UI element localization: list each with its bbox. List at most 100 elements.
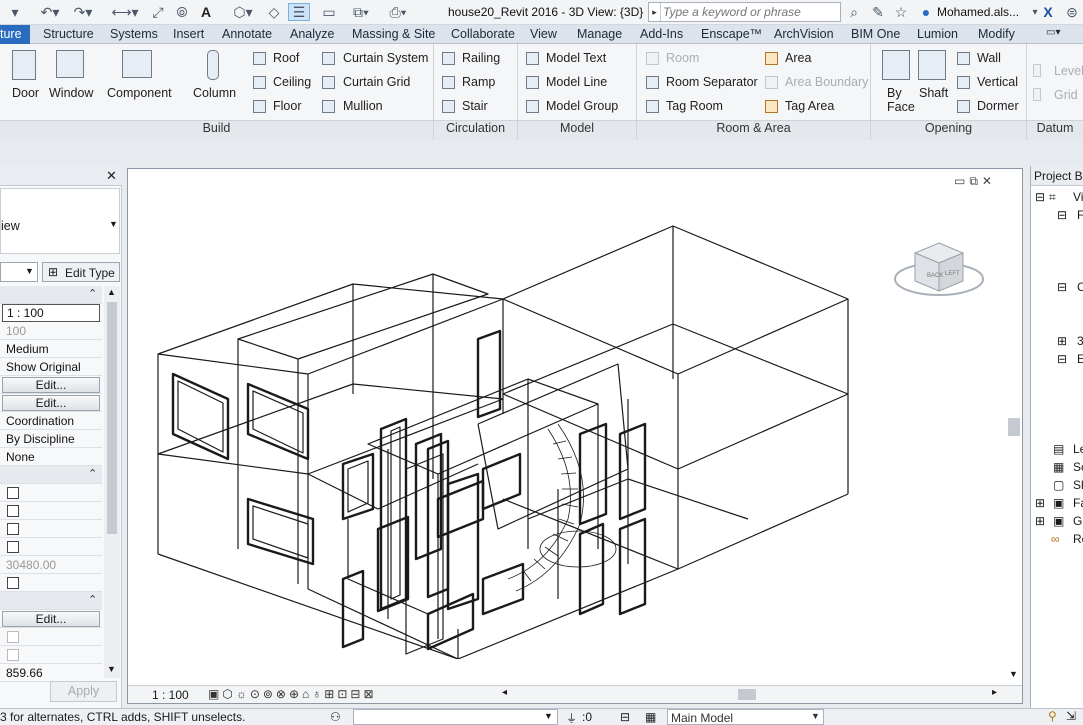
expand-icon[interactable]: ⊞ — [1057, 334, 1067, 348]
property-edit-button[interactable]: Edit... — [2, 611, 100, 627]
by-face-icon[interactable] — [882, 50, 910, 80]
browser-item-schedules[interactable]: Sc — [1073, 460, 1083, 474]
tab-manage[interactable]: Manage — [577, 27, 622, 41]
property-checkbox[interactable] — [7, 505, 19, 517]
property-checkbox[interactable] — [7, 523, 19, 535]
scroll-down-icon[interactable]: ▼ — [1009, 669, 1018, 679]
property-row[interactable]: Edit... — [0, 394, 102, 412]
undo-icon[interactable]: ↶▾ — [36, 3, 64, 21]
ceiling-icon[interactable] — [253, 76, 266, 89]
column-button[interactable]: Column — [193, 86, 236, 100]
subscription-icon[interactable]: ✎ — [869, 3, 887, 21]
component-button[interactable]: Component — [107, 86, 172, 100]
scroll-left-icon[interactable]: ◂ — [502, 687, 507, 698]
customize-qat-icon[interactable]: ⎙▾ — [380, 3, 416, 21]
browser-item-families[interactable]: Fa — [1073, 496, 1083, 510]
browser-item-revit-links[interactable]: Re — [1073, 532, 1083, 546]
view-vertical-scrollbar[interactable]: ▼ — [1006, 169, 1022, 685]
tab-add-ins[interactable]: Add-Ins — [640, 27, 683, 41]
property-row[interactable]: Coordination — [0, 412, 102, 430]
property-row[interactable] — [0, 646, 102, 664]
stair-icon[interactable] — [442, 100, 455, 113]
view-window-controls[interactable]: ▭⧉✕ — [954, 174, 996, 189]
tab-bim-one[interactable]: BIM One — [851, 27, 900, 41]
property-value[interactable]: By Discipline — [6, 432, 75, 446]
room-separator-icon[interactable] — [646, 76, 659, 89]
text-icon[interactable]: A — [196, 3, 216, 21]
type-selector[interactable]: iew ▼ — [0, 188, 120, 254]
scroll-right-icon[interactable]: ▸ — [992, 687, 997, 698]
view-control-icons[interactable]: ▣⬡☼⊙⊚⊗⊕⌂♁⊞⊡⊟⊠ — [208, 687, 377, 701]
property-row[interactable]: By Discipline — [0, 430, 102, 448]
vertical-opening-button[interactable]: Vertical — [977, 75, 1018, 89]
design-options-icon[interactable]: ⊟ — [620, 710, 630, 724]
property-checkbox[interactable] — [7, 577, 19, 589]
property-row[interactable] — [0, 538, 102, 556]
collapse-icon[interactable]: ⊟ — [1035, 190, 1045, 204]
3d-model-wireframe[interactable] — [148, 219, 888, 659]
property-value[interactable]: None — [6, 450, 35, 464]
railing-icon[interactable] — [442, 52, 455, 65]
scrollbar-thumb[interactable] — [738, 689, 756, 700]
property-row[interactable]: None — [0, 448, 102, 466]
room-button[interactable]: Room — [666, 51, 699, 65]
select-links-icon[interactable]: ⚲ — [1048, 709, 1057, 723]
property-row[interactable]: 30480.00 — [0, 556, 102, 574]
curtain-system-button[interactable]: Curtain System — [343, 51, 428, 65]
browser-item-legends[interactable]: Le — [1073, 442, 1083, 456]
area-button[interactable]: Area — [785, 51, 811, 65]
grid-icon[interactable] — [1033, 88, 1041, 101]
property-row[interactable]: 100 — [0, 322, 102, 340]
property-checkbox[interactable] — [7, 541, 19, 553]
stair-button[interactable]: Stair — [462, 99, 488, 113]
collapse-icon[interactable]: ⌃ — [88, 287, 97, 300]
tab-architecture[interactable]: ture — [0, 25, 30, 44]
view-horizontal-scrollbar[interactable]: ◂ ▸ — [502, 687, 1004, 702]
tab-collaborate[interactable]: Collaborate — [451, 27, 515, 41]
browser-item-floor-plans[interactable]: F — [1077, 208, 1083, 222]
tab-archvision[interactable]: ArchVision — [774, 27, 834, 41]
tab-massing-site[interactable]: Massing & Site — [352, 27, 435, 41]
aligned-dimension-icon[interactable]: ⤢ — [148, 3, 168, 21]
dormer-icon[interactable] — [957, 100, 970, 113]
workset-select[interactable]: ▼ — [353, 709, 558, 725]
expand-icon[interactable]: ⊞ — [1035, 496, 1045, 510]
collapse-icon[interactable]: ⊟ — [1057, 352, 1067, 366]
measure-icon[interactable]: ⟷▾ — [111, 3, 138, 21]
ramp-button[interactable]: Ramp — [462, 75, 495, 89]
section-icon[interactable]: ◇ — [264, 3, 284, 21]
user-name[interactable]: Mohamed.als... — [937, 5, 1019, 19]
tag-area-icon[interactable] — [765, 100, 778, 113]
window-button[interactable]: Window — [49, 86, 93, 100]
level-icon[interactable] — [1033, 64, 1041, 77]
browser-item-3d-views[interactable]: 3 — [1077, 334, 1083, 348]
collapse-icon[interactable]: ⊟ — [1057, 208, 1067, 222]
property-value[interactable]: Coordination — [6, 414, 74, 428]
area-boundary-button[interactable]: Area Boundary — [785, 75, 868, 89]
property-row[interactable] — [0, 520, 102, 538]
roof-icon[interactable] — [253, 52, 266, 65]
property-group-header[interactable]: ⌃ — [0, 286, 102, 304]
thin-lines-icon[interactable]: ☰ — [288, 3, 310, 21]
property-edit-button[interactable]: Edit... — [2, 395, 100, 411]
property-row[interactable] — [0, 484, 102, 502]
shaft-button[interactable]: Shaft — [919, 86, 948, 100]
viewcube-icon[interactable]: BACK LEFT — [893, 237, 985, 303]
3d-view-icon[interactable]: ⬡▾ — [226, 3, 260, 21]
communication-center-icon[interactable]: ⊜ — [1062, 3, 1082, 21]
filter-icon[interactable]: ⏚ — [566, 710, 577, 725]
tag-icon[interactable]: ⦾ — [172, 3, 192, 21]
curtain-grid-icon[interactable] — [322, 76, 335, 89]
property-value[interactable]: 30480.00 — [6, 558, 56, 572]
property-row[interactable]: 1 : 100 — [0, 304, 102, 322]
close-icon[interactable]: ✕ — [106, 168, 117, 184]
wall-opening-icon[interactable] — [957, 52, 970, 65]
tab-annotate[interactable]: Annotate — [222, 27, 272, 41]
property-value[interactable]: 1 : 100 — [2, 304, 100, 322]
select-underlay-icon[interactable]: ⇲ — [1066, 709, 1076, 723]
ceiling-button[interactable]: Ceiling — [273, 75, 311, 89]
property-row[interactable] — [0, 502, 102, 520]
tab-modify[interactable]: Modify — [978, 27, 1015, 41]
property-group-header[interactable]: ⌃ — [0, 592, 102, 610]
model-group-icon[interactable] — [526, 100, 539, 113]
